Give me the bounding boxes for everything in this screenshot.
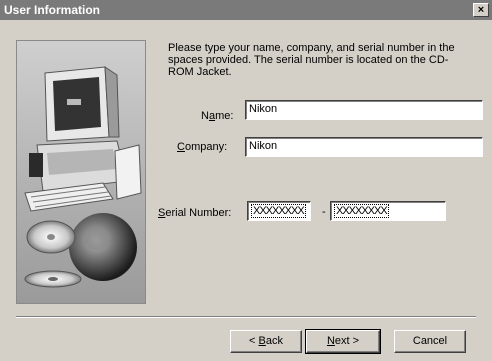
instructions-text: Please type your name, company, and seri… bbox=[168, 42, 455, 78]
window-title: User Information bbox=[4, 3, 101, 17]
back-button[interactable]: < Back bbox=[230, 330, 302, 353]
serial-number-part1-field[interactable]: XXXXXXXX bbox=[247, 201, 311, 221]
company-label: Company: bbox=[177, 141, 228, 153]
company-value: Nikon bbox=[249, 140, 278, 152]
title-bar[interactable]: User Information × bbox=[0, 0, 492, 20]
computer-with-cd-illustration-icon bbox=[17, 41, 145, 303]
close-button[interactable]: × bbox=[473, 3, 489, 17]
cancel-button[interactable]: Cancel bbox=[394, 330, 466, 353]
company-field[interactable]: Nikon bbox=[245, 137, 483, 157]
name-field[interactable]: Nikon bbox=[245, 100, 483, 120]
separator-line bbox=[16, 316, 476, 318]
close-icon: × bbox=[477, 4, 485, 16]
serial-number-label: Serial Number: bbox=[158, 207, 232, 219]
next-button[interactable]: Next > bbox=[305, 329, 381, 354]
serial-number-part1-value: XXXXXXXX bbox=[251, 204, 306, 218]
name-label: Name: bbox=[201, 110, 234, 122]
name-value: Nikon bbox=[249, 103, 278, 115]
serial-number-part2-value: XXXXXXXX bbox=[334, 204, 389, 218]
serial-number-part2-field[interactable]: XXXXXXXX bbox=[330, 201, 446, 221]
serial-separator: - bbox=[322, 206, 326, 218]
setup-illustration bbox=[16, 40, 146, 304]
